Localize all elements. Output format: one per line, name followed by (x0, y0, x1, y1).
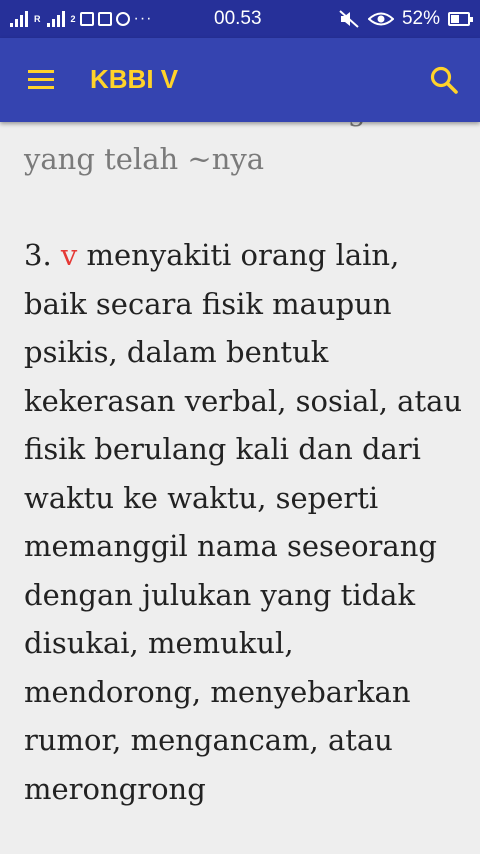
status-left-icons: R 2 ··· (8, 6, 153, 32)
app-title: KBBI V (90, 64, 179, 94)
definition-number: 3. (24, 238, 52, 272)
previous-definition-end: yang telah ~nya (24, 141, 265, 176)
definition-entry: 3. v menyakiti orang lain, baik secara f… (24, 231, 464, 813)
account-icon (115, 12, 130, 26)
notification-icon (79, 12, 94, 26)
search-icon[interactable] (428, 64, 462, 98)
sim2-label: 2 (70, 14, 76, 24)
definition-content: ia tabah atas kemalangan yang telah ~nya… (24, 86, 464, 813)
definition-text: menyakiti orang lain, baik secara fisik … (24, 238, 463, 806)
image-icon (97, 12, 112, 26)
hamburger-menu-icon[interactable] (22, 66, 56, 94)
status-right-icons: 52% (338, 6, 473, 32)
battery-icon (448, 12, 473, 26)
eye-comfort-icon (367, 12, 394, 26)
signal-icon (8, 9, 30, 29)
signal-icon-2 (45, 9, 67, 29)
part-of-speech-label: v (60, 238, 78, 272)
battery-percent: 52% (401, 8, 440, 29)
app-bar: KBBI V (0, 38, 480, 122)
mute-icon (339, 10, 359, 28)
clock: 00.53 (214, 8, 262, 29)
more-notifications-icon: ··· (133, 10, 153, 27)
battery-fill (451, 15, 460, 23)
carrier-label: R (34, 14, 41, 24)
status-bar: R 2 ··· 00.53 52% (0, 0, 480, 38)
